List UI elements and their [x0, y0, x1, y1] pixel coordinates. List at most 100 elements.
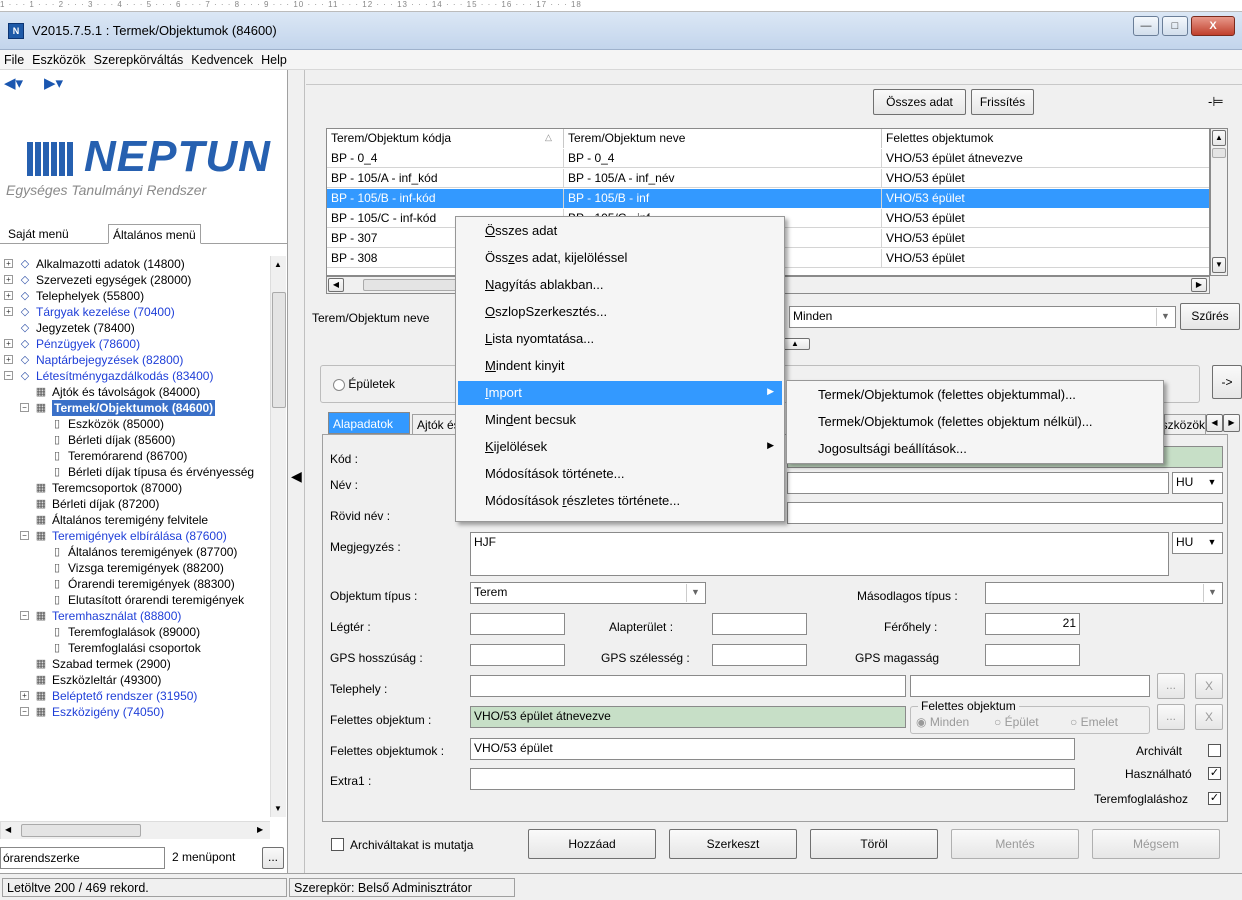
felettes-objektum-field[interactable]: VHO/53 épület átnevezve — [470, 706, 906, 728]
filter-select[interactable]: Minden ▼ — [789, 306, 1176, 328]
next-button[interactable]: -> — [1212, 365, 1242, 399]
menu-kedvencek[interactable]: Kedvencek — [187, 50, 257, 67]
masodlagos-select[interactable]: ▼ — [985, 582, 1223, 604]
tab-felelett-eszkozok[interactable]: Felelett eszközök — [1164, 414, 1206, 434]
scroll-left-icon[interactable]: ◀ — [5, 825, 11, 834]
context-menu-item[interactable]: Mindent becsuk — [458, 408, 782, 432]
forward-arrow-icon[interactable]: ▶▾ — [44, 74, 63, 92]
radio-circle[interactable] — [333, 378, 345, 391]
tree-item[interactable]: + ◇ Szervezeti egységek (28000) — [4, 272, 268, 288]
column-header[interactable]: Terem/Objektum kódja — [327, 129, 564, 148]
table-row[interactable]: BP - 105/B - inf-kód BP - 105/B - inf VHO/… — [327, 189, 1209, 208]
tree-item[interactable]: ▦ Eszközleltár (49300) — [4, 672, 268, 688]
radio-epuletek[interactable]: Épületek — [333, 377, 395, 391]
archivalt-checkbox[interactable] — [1208, 744, 1221, 757]
tree-item[interactable]: + ◇ Tárgyak kezelése (70400) — [4, 304, 268, 320]
grid-scroll-thumb[interactable] — [1212, 148, 1226, 158]
hasznalhato-checkbox[interactable]: ✓ — [1208, 767, 1221, 780]
tree-item[interactable]: + ▦ Beléptető rendszer (31950) — [4, 688, 268, 704]
scroll-up-icon[interactable]: ▲ — [274, 260, 282, 269]
cancel-button[interactable]: Mégsem — [1092, 829, 1220, 859]
felettes-radio-emelet[interactable]: ○ Emelet — [1070, 715, 1118, 729]
menu-szerepkörváltás[interactable]: Szerepkörváltás — [90, 50, 188, 67]
grid-scroll-down-icon[interactable]: ▼ — [1212, 257, 1226, 273]
table-row[interactable]: BP - 0_4 BP - 0_4 VHO/53 épület átnevezve — [327, 149, 1209, 168]
tree-item[interactable]: + ◇ Telephelyek (55800) — [4, 288, 268, 304]
collapse-icon[interactable]: − — [20, 531, 29, 540]
felettes-radio-minden[interactable]: ◉ Minden — [916, 715, 969, 729]
context-menu-item[interactable]: Lista nyomtatása... — [458, 327, 782, 351]
tree-item[interactable]: ▯ Teremórarend (86700) — [4, 448, 268, 464]
menu-eszközök[interactable]: Eszközök — [28, 50, 90, 67]
collapse-arrow-icon[interactable]: ◀ — [291, 468, 302, 485]
collapse-icon[interactable]: − — [20, 611, 29, 620]
expand-icon[interactable]: + — [4, 291, 13, 300]
collapse-icon[interactable]: − — [20, 403, 29, 412]
tree-item[interactable]: − ▦ Teremigények elbírálása (87600) — [4, 528, 268, 544]
menu-help[interactable]: Help — [257, 50, 291, 67]
expand-icon[interactable]: + — [4, 307, 13, 316]
nev-field[interactable] — [787, 472, 1169, 494]
expand-icon[interactable]: + — [4, 259, 13, 268]
tree-hscrollbar[interactable]: ◀ ▶ — [0, 821, 270, 839]
expand-icon[interactable]: + — [4, 275, 13, 284]
menu-search-button[interactable]: ... — [262, 847, 284, 869]
tree-item[interactable]: ▯ Bérleti díjak (85600) — [4, 432, 268, 448]
nev-lang-select[interactable]: HU ▼ — [1172, 472, 1223, 494]
grid-scroll-right-icon[interactable]: ▶ — [1191, 278, 1207, 292]
felettes-browse-button[interactable]: ... — [1157, 704, 1185, 730]
add-button[interactable]: Hozzáad — [528, 829, 656, 859]
context-menu-item[interactable]: Import ▶ — [458, 381, 782, 405]
chevron-down-icon[interactable]: ▼ — [1203, 534, 1221, 552]
chevron-down-icon[interactable]: ▼ — [1203, 474, 1221, 492]
scroll-down-icon[interactable]: ▼ — [274, 804, 282, 813]
tree-item[interactable]: ▯ Teremfoglalások (89000) — [4, 624, 268, 640]
objektum-tipus-select[interactable]: Terem ▼ — [470, 582, 706, 604]
context-menu-item[interactable]: Módosítások részletes története... — [458, 489, 782, 513]
legter-field[interactable] — [470, 613, 565, 635]
tab-alapadatok[interactable]: Alapadatok — [328, 412, 410, 434]
all-data-button[interactable]: Összes adat — [873, 89, 966, 115]
back-arrow-icon[interactable]: ◀▾ — [4, 74, 23, 92]
tree-item[interactable]: ▯ Órarendi teremigények (88300) — [4, 576, 268, 592]
tab-scroll-right-icon[interactable]: ▶ — [1223, 414, 1240, 432]
felettes-objektumok-field[interactable]: VHO/53 épület — [470, 738, 1075, 760]
expand-icon[interactable]: + — [20, 691, 29, 700]
tree-item[interactable]: + ◇ Pénzügyek (78600) — [4, 336, 268, 352]
maximize-button[interactable]: □ — [1162, 16, 1188, 36]
tree-item[interactable]: ◇ Jegyzetek (78400) — [4, 320, 268, 336]
show-archived-checkbox[interactable] — [331, 838, 344, 851]
gps-magassag-field[interactable] — [985, 644, 1080, 666]
scroll-thumb[interactable] — [272, 292, 286, 408]
submenu-item[interactable]: Termek/Objektumok (felettes objektum nél… — [789, 410, 1161, 434]
tree-item[interactable]: ▯ Vizsga teremigények (88200) — [4, 560, 268, 576]
tree-item[interactable]: ▦ Szabad termek (2900) — [4, 656, 268, 672]
telephely-browse-button[interactable]: ... — [1157, 673, 1185, 699]
rovid-nev-field[interactable] — [787, 502, 1223, 524]
grid-header[interactable]: Terem/Objektum kódja Terem/Objektum neve F… — [327, 129, 1209, 148]
tree-item[interactable]: − ▦ Eszközigény (74050) — [4, 704, 268, 720]
context-menu-item[interactable]: Összes adat, kijelöléssel — [458, 246, 782, 270]
gps-szelesseg-field[interactable] — [712, 644, 807, 666]
edit-button[interactable]: Szerkeszt — [669, 829, 797, 859]
context-menu-item[interactable]: OszlopSzerkesztés... — [458, 300, 782, 324]
teremfoglalashoz-checkbox[interactable]: ✓ — [1208, 792, 1221, 805]
chevron-down-icon[interactable]: ▼ — [1156, 308, 1174, 326]
ferohely-field[interactable]: 21 — [985, 613, 1080, 635]
grid-scroll-up-icon[interactable]: ▲ — [1212, 130, 1226, 146]
context-menu-item[interactable]: Nagyítás ablakban... — [458, 273, 782, 297]
save-button[interactable]: Mentés — [951, 829, 1079, 859]
tab-sajat-menu[interactable]: Saját menü — [4, 224, 73, 244]
table-row[interactable]: BP - 105/A - inf_kód BP - 105/A - inf_név… — [327, 169, 1209, 188]
grid-vscrollbar[interactable]: ▲ ▼ — [1210, 128, 1228, 276]
tree-item[interactable]: ▯ Elutasított órarendi teremigények — [4, 592, 268, 608]
alapterulet-field[interactable] — [712, 613, 807, 635]
felettes-clear-button[interactable]: X — [1195, 704, 1223, 730]
tree-item[interactable]: + ◇ Naptárbejegyzések (82800) — [4, 352, 268, 368]
tab-scroll-left-icon[interactable]: ◀ — [1206, 414, 1223, 432]
collapse-icon[interactable]: − — [4, 371, 13, 380]
telephely-clear-button[interactable]: X — [1195, 673, 1223, 699]
felettes-radio-epulet[interactable]: ○ Épület — [994, 715, 1039, 729]
megjegyzes-field[interactable]: HJF — [470, 532, 1169, 576]
expand-icon[interactable]: + — [4, 339, 13, 348]
